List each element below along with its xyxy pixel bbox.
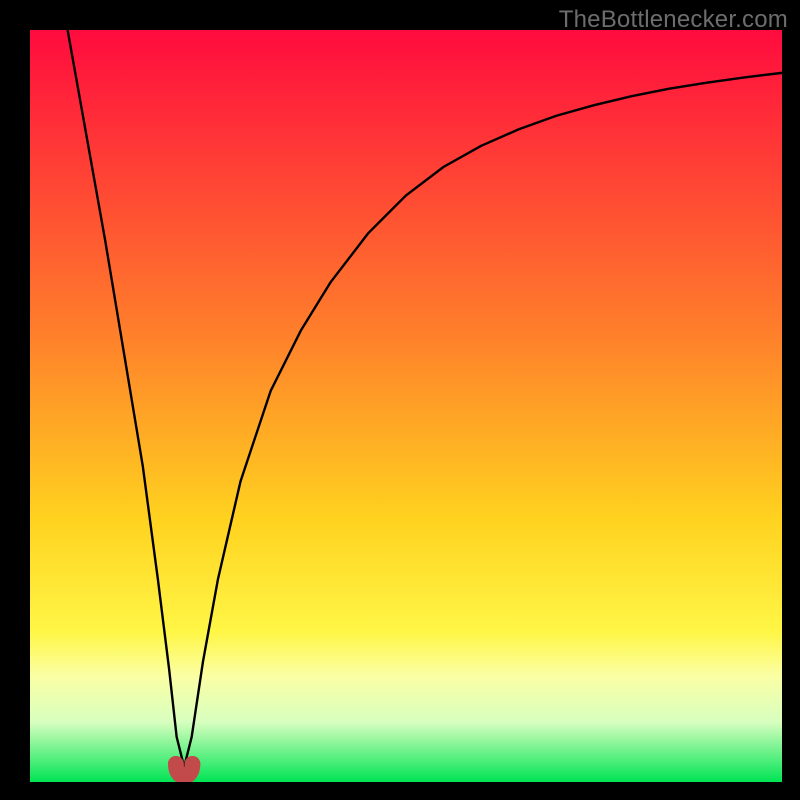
gradient-background: [30, 30, 782, 782]
watermark-text: TheBottlenecker.com: [559, 6, 788, 34]
marker-optimal-low: [168, 756, 184, 772]
chart-svg: [30, 30, 782, 782]
plot-area: [30, 30, 782, 782]
marker-optimal-high: [185, 756, 201, 772]
chart-frame: TheBottlenecker.com: [0, 0, 800, 800]
